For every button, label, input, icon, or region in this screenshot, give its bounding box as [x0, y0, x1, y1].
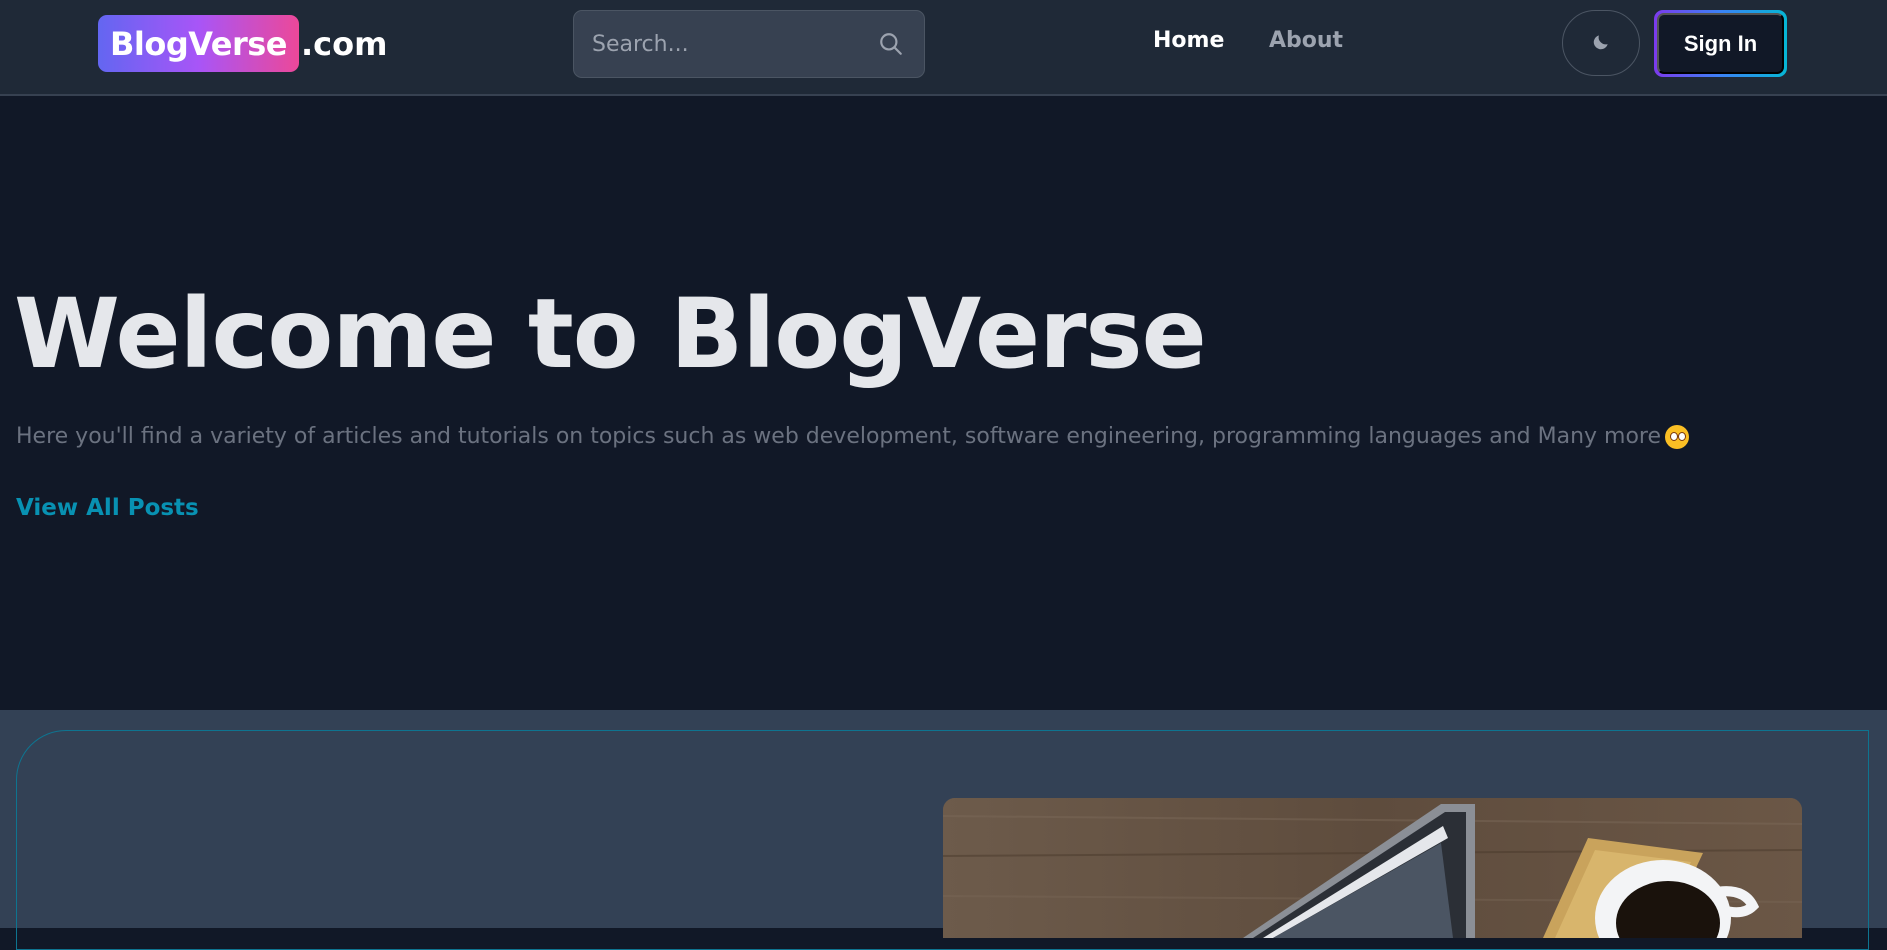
search-input[interactable] — [592, 31, 876, 57]
nav-home-link[interactable]: Home — [1153, 28, 1224, 53]
hero-subtitle-text: Here you'll find a variety of articles a… — [16, 424, 1662, 449]
sign-in-button[interactable]: Sign In — [1657, 13, 1784, 74]
search-box — [573, 10, 925, 78]
nav-about-link[interactable]: About — [1269, 28, 1343, 53]
logo-badge: BlogVerse — [98, 15, 299, 72]
sign-in-button-border: Sign In — [1654, 10, 1787, 77]
theme-toggle-button[interactable] — [1562, 10, 1640, 76]
hero-subtitle: Here you'll find a variety of articles a… — [16, 424, 1690, 449]
hero-title: Welcome to BlogVerse — [14, 278, 1207, 390]
featured-post-image[interactable] — [943, 798, 1802, 938]
view-all-posts-link[interactable]: View All Posts — [16, 495, 199, 521]
hero-section: Welcome to BlogVerse Here you'll find a … — [0, 98, 1887, 710]
rolling-eyes-emoji-icon — [1665, 424, 1690, 449]
search-icon[interactable] — [876, 29, 906, 59]
logo-suffix: .com — [301, 24, 388, 63]
site-logo[interactable]: BlogVerse .com — [98, 15, 387, 72]
top-navbar: BlogVerse .com Home About Sign In — [0, 0, 1887, 96]
moon-icon — [1591, 32, 1611, 55]
featured-section — [0, 710, 1887, 950]
